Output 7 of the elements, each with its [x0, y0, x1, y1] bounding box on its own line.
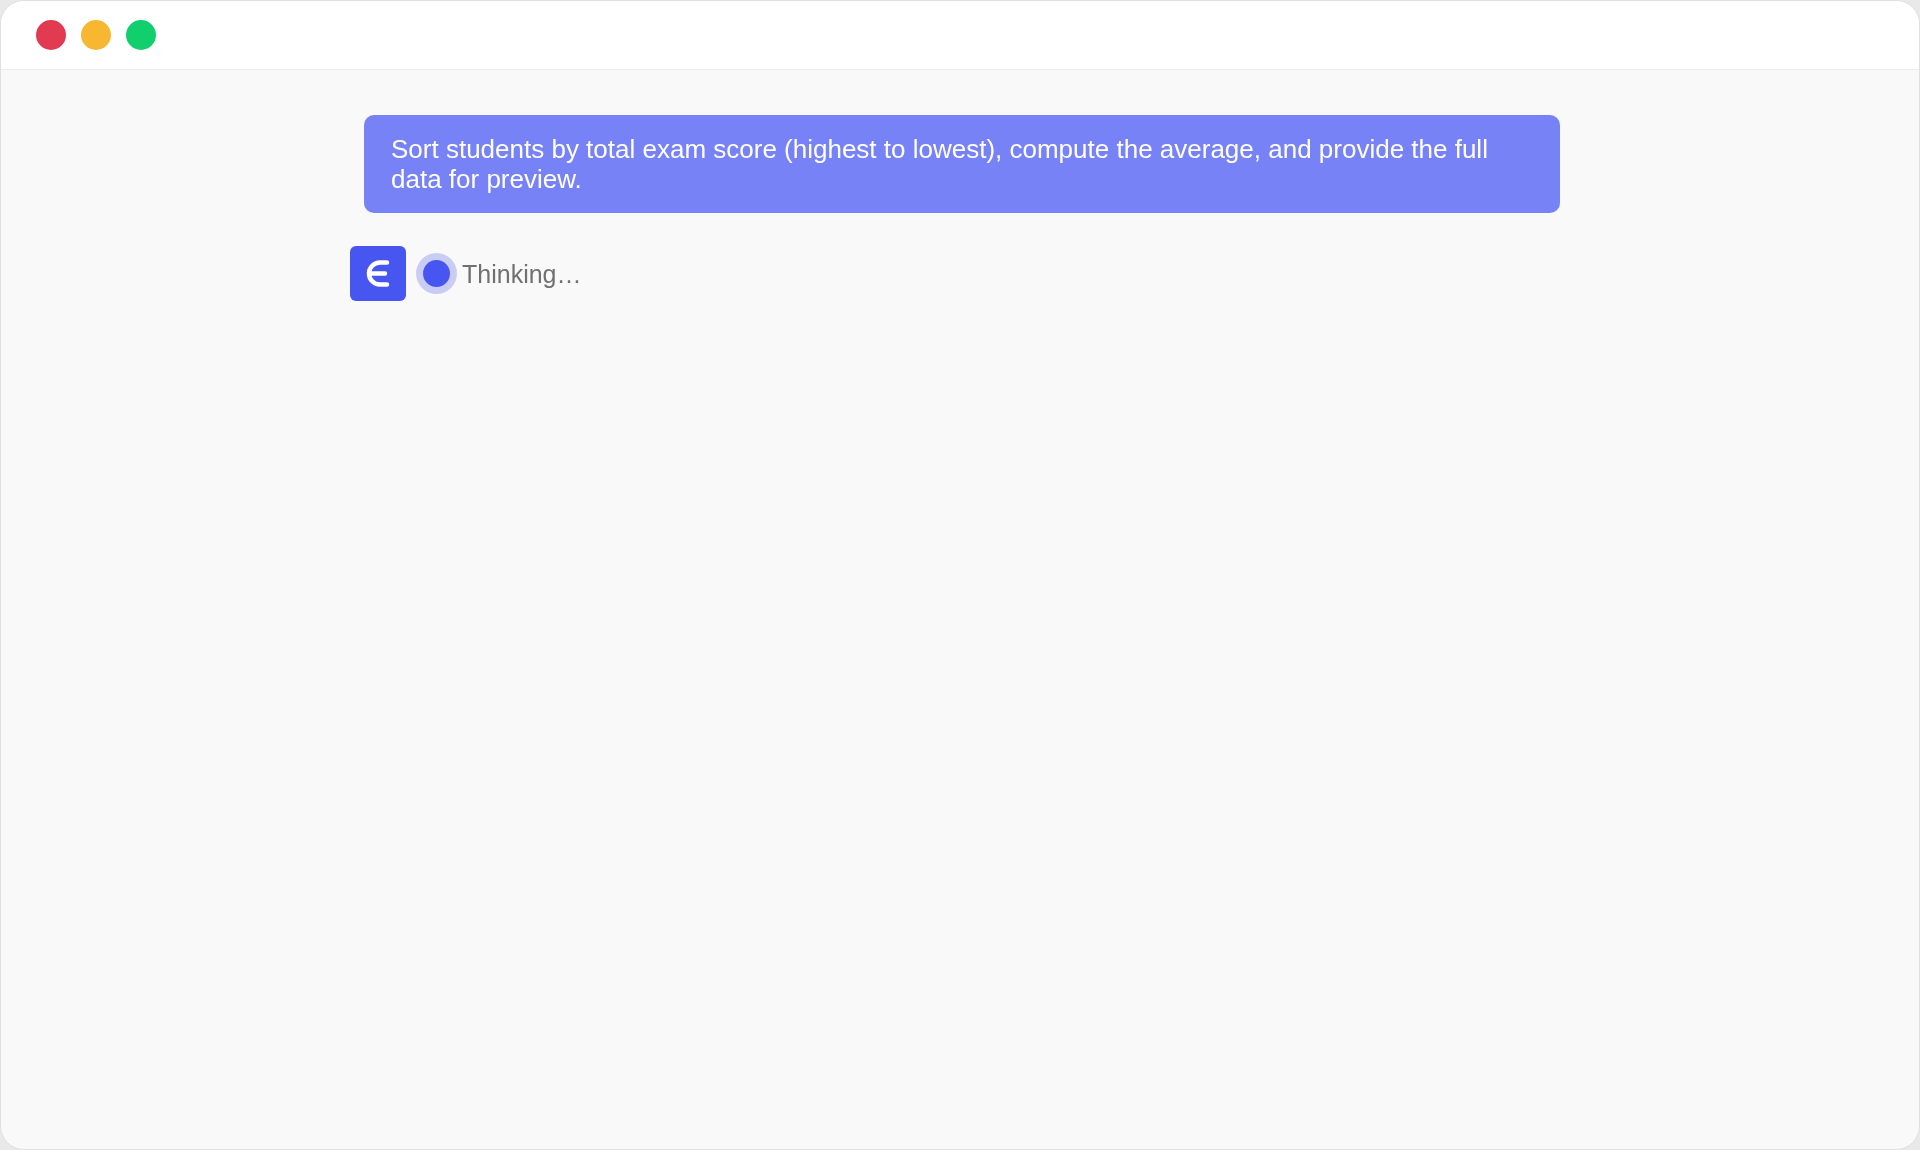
loading-dot-icon: [416, 253, 457, 294]
minimize-window-icon[interactable]: [81, 20, 111, 50]
logo-icon: [350, 246, 406, 301]
user-message-bubble: Sort students by total exam score (highest to lowest), compute the average, and provide the full data for preview.: [364, 115, 1560, 213]
close-window-icon[interactable]: [36, 20, 66, 50]
zoom-window-icon[interactable]: [126, 20, 156, 50]
thinking-status-text: Thinking…: [462, 258, 582, 290]
